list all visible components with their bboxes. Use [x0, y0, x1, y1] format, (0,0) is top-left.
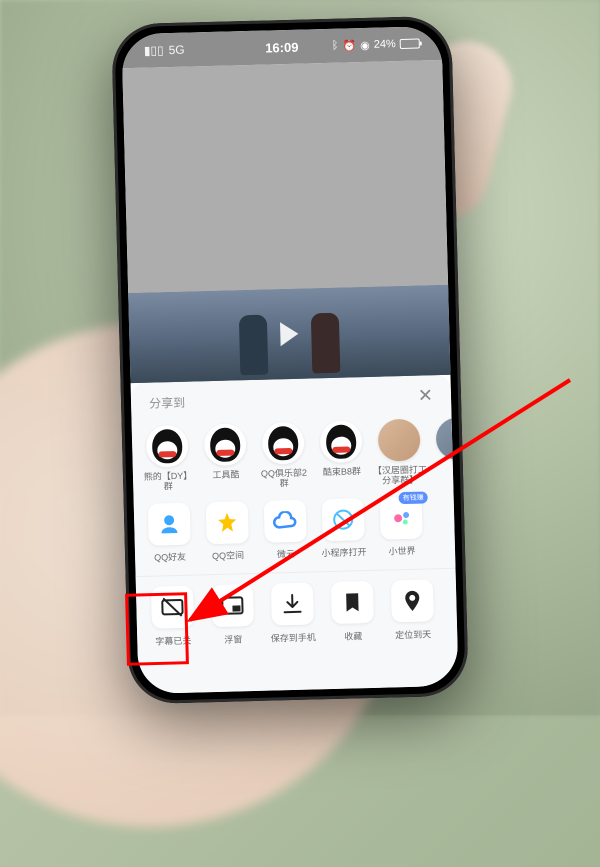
- qq-friends-icon: [148, 503, 191, 546]
- badge-new: 有钱赚: [398, 491, 427, 504]
- penguin-avatar: [320, 420, 363, 463]
- video-figure-right: [311, 313, 341, 374]
- app-weiyun[interactable]: 微云: [256, 499, 316, 560]
- contact-label: 熊的【DY】群: [141, 471, 196, 492]
- app-label: QQ好友: [154, 550, 186, 564]
- photo-avatar: [436, 417, 454, 460]
- weiyun-icon: [264, 500, 307, 543]
- video-preview[interactable]: [128, 285, 450, 383]
- share-sheet: 分享到 ✕ 熊的【DY】群 工具酷 QQ俱乐部2群: [131, 375, 459, 694]
- penguin-avatar: [146, 425, 189, 468]
- app-label: 微云: [277, 547, 295, 560]
- video-figure-left: [239, 315, 269, 376]
- contact-1[interactable]: 工具酷: [196, 423, 256, 490]
- action-label: 字幕已关: [155, 634, 191, 648]
- app-xiaoshijie[interactable]: 有钱赚 小世界: [372, 496, 432, 557]
- play-icon[interactable]: [280, 322, 299, 346]
- contact-label: 【汉居圈打工分享群】: [373, 464, 428, 485]
- close-icon[interactable]: ✕: [418, 385, 434, 406]
- photo-avatar: [378, 419, 421, 462]
- contact-2[interactable]: QQ俱乐部2群: [254, 421, 314, 488]
- app-miniapp[interactable]: 小程序打开: [314, 498, 374, 559]
- subtitle-off-icon: [151, 586, 194, 629]
- action-bookmark[interactable]: 收藏: [322, 581, 384, 644]
- contact-row[interactable]: 熊的【DY】群 工具酷 QQ俱乐部2群 酷束B8群 【汉居圈打工分享群】: [132, 414, 454, 496]
- action-subtitle-off[interactable]: 字幕已关: [142, 585, 204, 648]
- xiaoshijie-icon: 有钱赚: [380, 497, 423, 540]
- action-download[interactable]: 保存到手机: [262, 582, 324, 645]
- action-label: 浮窗: [224, 632, 242, 645]
- app-label: 小程序打开: [321, 545, 366, 559]
- action-label: 定位到天: [395, 627, 431, 641]
- action-label: 收藏: [344, 629, 362, 642]
- contact-4[interactable]: 【汉居圈打工分享群】: [370, 418, 430, 485]
- action-label: 保存到手机: [271, 630, 316, 644]
- app-label: QQ空间: [212, 548, 244, 562]
- penguin-avatar: [262, 422, 305, 465]
- contact-3[interactable]: 酷束B8群: [312, 420, 372, 487]
- sheet-title: 分享到: [149, 394, 185, 412]
- status-time: 16:09: [122, 35, 442, 58]
- app-qq-friends[interactable]: QQ好友: [140, 502, 200, 563]
- qzone-icon: [206, 501, 249, 544]
- contact-0[interactable]: 熊的【DY】群: [138, 424, 198, 491]
- action-pip[interactable]: 浮窗: [202, 584, 264, 647]
- action-locate[interactable]: 定位到天: [382, 579, 444, 642]
- contact-label: 工具酷: [212, 469, 240, 490]
- battery-icon: [400, 38, 420, 49]
- phone-frame: ▮▯▯ 5G 16:09 ᛒ ⏰ ◉ 24% 分享到 ✕: [111, 16, 469, 705]
- bookmark-icon: [331, 581, 374, 624]
- contact-label: QQ俱乐部2群: [257, 467, 312, 488]
- miniapp-icon: [322, 498, 365, 541]
- upper-gray-area: [122, 60, 448, 293]
- penguin-avatar: [204, 423, 247, 466]
- phone-screen: ▮▯▯ 5G 16:09 ᛒ ⏰ ◉ 24% 分享到 ✕: [121, 26, 458, 694]
- action-row[interactable]: 字幕已关 浮窗 保存到手机: [136, 568, 458, 652]
- locate-icon: [391, 579, 434, 622]
- app-row[interactable]: QQ好友 QQ空间 微云: [134, 490, 456, 570]
- app-qzone[interactable]: QQ空间: [198, 501, 258, 562]
- download-icon: [271, 582, 314, 625]
- app-label: 小世界: [388, 544, 415, 558]
- contact-5[interactable]: Q: [428, 417, 454, 484]
- pip-icon: [211, 584, 254, 627]
- contact-label: 酷束B8群: [323, 466, 362, 487]
